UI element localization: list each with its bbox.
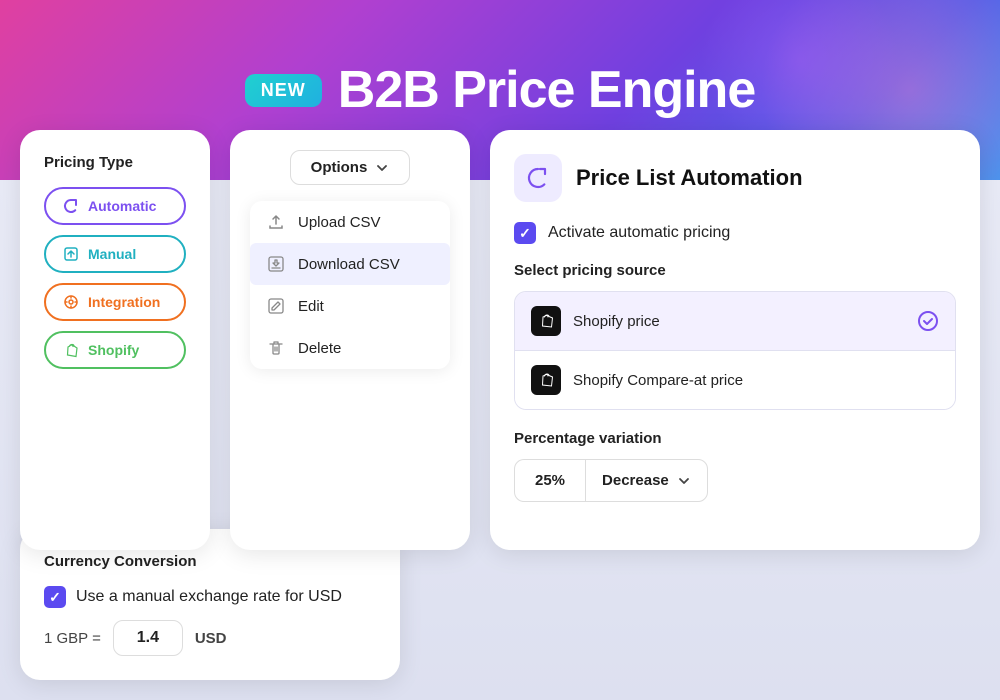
variation-label: Percentage variation [514, 430, 956, 447]
shopify-price-icon [531, 306, 561, 336]
exchange-rate-input[interactable] [113, 620, 183, 656]
shopify-icon [62, 341, 80, 359]
edit-label: Edit [298, 298, 324, 315]
edit-item[interactable]: Edit [250, 285, 450, 327]
shopify-price-item[interactable]: Shopify price [515, 292, 955, 350]
trash-icon [266, 339, 286, 357]
options-header: Options [250, 150, 450, 185]
variation-type-label: Decrease [602, 472, 669, 489]
activate-row: Activate automatic pricing [514, 222, 956, 244]
automation-header: Price List Automation [514, 154, 956, 202]
options-label: Options [311, 159, 368, 176]
variation-percent: 25% [514, 459, 585, 502]
to-currency-code: USD [195, 630, 227, 647]
currency-checkbox-label: Use a manual exchange rate for USD [76, 588, 342, 606]
from-currency-label: 1 GBP = [44, 630, 101, 647]
shopify-compare-icon [531, 365, 561, 395]
automation-card: Price List Automation Activate automatic… [490, 130, 980, 550]
automatic-label: Automatic [88, 198, 156, 214]
currency-title: Currency Conversion [44, 553, 376, 570]
automatic-option[interactable]: Automatic [44, 187, 186, 225]
automation-icon [514, 154, 562, 202]
options-card: Options Upload CSV [230, 130, 470, 550]
manual-label: Manual [88, 246, 136, 262]
shopify-price-label: Shopify price [573, 313, 660, 330]
variation-row: 25% Decrease [514, 459, 956, 502]
shopify-label: Shopify [88, 342, 139, 358]
integration-label: Integration [88, 294, 160, 310]
pricing-type-card: Pricing Type Automatic Man [20, 130, 210, 550]
download-icon [266, 255, 286, 273]
variation-type-selector[interactable]: Decrease [585, 459, 708, 502]
activate-label: Activate automatic pricing [548, 224, 730, 242]
check-circle-icon [917, 310, 939, 333]
shopify-compare-item[interactable]: Shopify Compare-at price [515, 350, 955, 409]
pricing-source-list: Shopify price Shopify Compare-at price [514, 291, 956, 410]
currency-exchange-row: 1 GBP = USD [44, 620, 376, 656]
shopify-option[interactable]: Shopify [44, 331, 186, 369]
cards-area: Pricing Type Automatic Man [0, 130, 1000, 550]
manual-icon [62, 245, 80, 263]
shopify-compare-label: Shopify Compare-at price [573, 372, 743, 389]
manual-option[interactable]: Manual [44, 235, 186, 273]
currency-checkbox[interactable] [44, 586, 66, 608]
pricing-options: Automatic Manual [44, 187, 186, 369]
integration-icon [62, 293, 80, 311]
delete-label: Delete [298, 340, 341, 357]
currency-checkbox-row: Use a manual exchange rate for USD [44, 586, 376, 608]
currency-conversion-card: Currency Conversion Use a manual exchang… [20, 529, 400, 680]
options-button[interactable]: Options [290, 150, 411, 185]
upload-icon [266, 213, 286, 231]
dropdown-menu: Upload CSV Download CSV [250, 201, 450, 369]
download-csv-item[interactable]: Download CSV [250, 243, 450, 285]
source-label: Select pricing source [514, 262, 956, 279]
pricing-type-title: Pricing Type [44, 154, 186, 171]
percentage-variation: Percentage variation 25% Decrease [514, 430, 956, 502]
activate-checkbox[interactable] [514, 222, 536, 244]
chevron-down-icon [375, 161, 389, 175]
upload-csv-label: Upload CSV [298, 214, 381, 231]
download-csv-label: Download CSV [298, 256, 400, 273]
integration-option[interactable]: Integration [44, 283, 186, 321]
chevron-down-icon [677, 474, 691, 488]
edit-icon [266, 297, 286, 315]
upload-csv-item[interactable]: Upload CSV [250, 201, 450, 243]
new-badge: NEW [245, 74, 322, 107]
delete-item[interactable]: Delete [250, 327, 450, 369]
automatic-icon [62, 197, 80, 215]
automation-title: Price List Automation [576, 165, 803, 191]
page-title: B2B Price Engine [338, 60, 755, 120]
